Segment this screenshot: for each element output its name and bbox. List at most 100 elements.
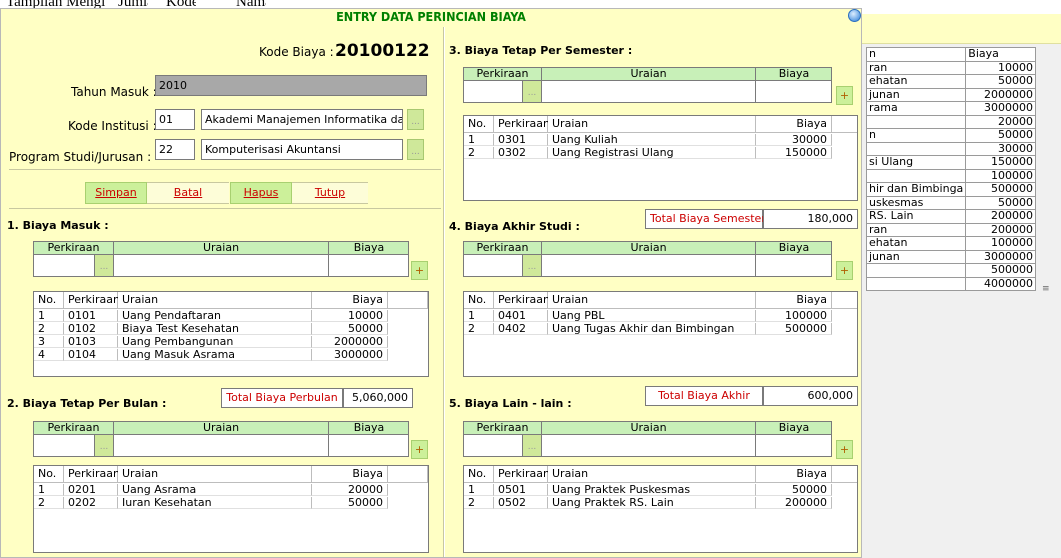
grid-cell-no[interactable]: 2: [34, 497, 64, 509]
entry-perkiraan-browse-button[interactable]: ...: [95, 255, 114, 276]
grid-header-perkiraan[interactable]: Perkiraan: [64, 292, 120, 309]
grid-cell-perkiraan[interactable]: 0502: [494, 497, 548, 509]
entry-uraian-input[interactable]: [114, 255, 329, 276]
grid-cell-biaya[interactable]: 3000000: [312, 349, 388, 361]
grid-header-biaya[interactable]: Biaya: [756, 292, 832, 309]
grid-header-perkiraan[interactable]: Perkiraan: [494, 116, 550, 133]
grid-cell-biaya[interactable]: 10000: [312, 310, 388, 322]
grid-header-uraian[interactable]: Uraian: [548, 466, 756, 483]
grid-cell-no[interactable]: 1: [34, 484, 64, 496]
close-button[interactable]: [848, 9, 861, 22]
grid-header-perkiraan[interactable]: Perkiraan: [494, 292, 550, 309]
grid-cell-perkiraan[interactable]: 0401: [494, 310, 548, 322]
grid-header-biaya[interactable]: Biaya: [312, 466, 388, 483]
grid-cell-uraian[interactable]: Uang Registrasi Ulang: [548, 147, 756, 159]
tutup-button[interactable]: Tutup: [292, 182, 368, 204]
entry-biaya-input[interactable]: [756, 255, 832, 276]
grid-header-biaya[interactable]: Biaya: [756, 466, 832, 483]
grid-cell-perkiraan[interactable]: 0102: [64, 323, 118, 335]
grid-cell-biaya[interactable]: 2000000: [312, 336, 388, 348]
grid-cell-perkiraan[interactable]: 0501: [494, 484, 548, 496]
grid-cell-no[interactable]: 1: [464, 310, 494, 322]
grid-header-perkiraan[interactable]: Perkiraan: [494, 466, 550, 483]
simpan-button[interactable]: Simpan: [85, 182, 147, 204]
kode-institusi-name-field[interactable]: Akademi Manajemen Informatika dan: [201, 109, 403, 130]
entry-uraian-input[interactable]: [542, 255, 756, 276]
grid-header-uraian[interactable]: Uraian: [118, 292, 312, 309]
grid-header-no[interactable]: No.: [34, 292, 64, 309]
entry-biaya-input[interactable]: [329, 435, 409, 456]
grid-cell-uraian[interactable]: Uang Kuliah: [548, 134, 756, 146]
biaya-perbulan-add-button[interactable]: +: [411, 440, 428, 459]
entry-biaya-input[interactable]: [756, 81, 832, 102]
grid-cell-uraian[interactable]: Uang PBL: [548, 310, 756, 322]
grid-cell-biaya[interactable]: 50000: [312, 497, 388, 509]
entry-perkiraan-input[interactable]: [464, 255, 523, 276]
grid-header-biaya[interactable]: Biaya: [312, 292, 388, 309]
grid-cell-biaya[interactable]: 30000: [756, 134, 832, 146]
program-studi-browse-button[interactable]: ...: [407, 139, 424, 160]
grid-header-uraian[interactable]: Uraian: [118, 466, 312, 483]
entry-perkiraan-input[interactable]: [464, 435, 523, 456]
biaya-lain-add-button[interactable]: +: [836, 440, 853, 459]
entry-perkiraan-input[interactable]: [464, 81, 523, 102]
grid-header-no[interactable]: No.: [464, 116, 494, 133]
grid-cell-biaya[interactable]: 200000: [756, 497, 832, 509]
entry-perkiraan-browse-button[interactable]: ...: [523, 435, 542, 456]
grid-cell-no[interactable]: 2: [464, 323, 494, 335]
grid-cell-no[interactable]: 3: [34, 336, 64, 348]
grid-cell-perkiraan[interactable]: 0301: [494, 134, 548, 146]
grid-header-uraian[interactable]: Uraian: [548, 292, 756, 309]
grid-header-no[interactable]: No.: [464, 466, 494, 483]
entry-uraian-input[interactable]: [542, 435, 756, 456]
grid-cell-uraian[interactable]: Uang Praktek RS. Lain: [548, 497, 756, 509]
grid-cell-no[interactable]: 2: [34, 323, 64, 335]
grid-cell-biaya[interactable]: 150000: [756, 147, 832, 159]
biaya-semester-add-button[interactable]: +: [836, 86, 853, 105]
grid-cell-perkiraan[interactable]: 0402: [494, 323, 548, 335]
grid-header-no[interactable]: No.: [464, 292, 494, 309]
grid-header-perkiraan[interactable]: Perkiraan: [64, 466, 120, 483]
grid-cell-uraian[interactable]: Uang Asrama: [118, 484, 312, 496]
tahun-masuk-field[interactable]: 2010: [155, 75, 427, 96]
grid-cell-no[interactable]: 2: [464, 497, 494, 509]
entry-perkiraan-browse-button[interactable]: ...: [523, 81, 542, 102]
kode-institusi-browse-button[interactable]: ...: [407, 109, 424, 130]
grid-cell-no[interactable]: 1: [34, 310, 64, 322]
grid-cell-no[interactable]: 2: [464, 147, 494, 159]
entry-biaya-input[interactable]: [756, 435, 832, 456]
grid-cell-perkiraan[interactable]: 0101: [64, 310, 118, 322]
program-studi-name-field[interactable]: Komputerisasi Akuntansi: [201, 139, 403, 160]
grid-cell-no[interactable]: 1: [464, 484, 494, 496]
grid-cell-perkiraan[interactable]: 0302: [494, 147, 548, 159]
grid-cell-biaya[interactable]: 100000: [756, 310, 832, 322]
entry-perkiraan-browse-button[interactable]: ...: [523, 255, 542, 276]
grid-cell-uraian[interactable]: Uang Pembangunan: [118, 336, 312, 348]
grid-header-biaya[interactable]: Biaya: [756, 116, 832, 133]
entry-uraian-input[interactable]: [114, 435, 329, 456]
grid-cell-uraian[interactable]: Uang Pendaftaran: [118, 310, 312, 322]
grid-header-no[interactable]: No.: [34, 466, 64, 483]
grid-cell-no[interactable]: 4: [34, 349, 64, 361]
entry-perkiraan-input[interactable]: [34, 255, 95, 276]
grid-cell-perkiraan[interactable]: 0104: [64, 349, 118, 361]
program-studi-code-field[interactable]: 22: [155, 139, 195, 160]
grid-cell-biaya[interactable]: 500000: [756, 323, 832, 335]
kode-institusi-code-field[interactable]: 01: [155, 109, 195, 130]
grid-cell-no[interactable]: 1: [464, 134, 494, 146]
entry-uraian-input[interactable]: [542, 81, 756, 102]
grid-cell-perkiraan[interactable]: 0103: [64, 336, 118, 348]
grid-cell-perkiraan[interactable]: 0201: [64, 484, 118, 496]
entry-biaya-input[interactable]: [329, 255, 409, 276]
entry-perkiraan-browse-button[interactable]: ...: [95, 435, 114, 456]
biaya-akhir-add-button[interactable]: +: [836, 261, 853, 280]
batal-button[interactable]: Batal: [147, 182, 229, 204]
grid-cell-uraian[interactable]: Uang Masuk Asrama: [118, 349, 312, 361]
biaya-masuk-add-button[interactable]: +: [411, 261, 428, 280]
entry-perkiraan-input[interactable]: [34, 435, 95, 456]
grid-cell-biaya[interactable]: 20000: [312, 484, 388, 496]
grid-cell-uraian[interactable]: Biaya Test Kesehatan: [118, 323, 312, 335]
grid-cell-uraian[interactable]: Uang Praktek Puskesmas: [548, 484, 756, 496]
grid-header-uraian[interactable]: Uraian: [548, 116, 756, 133]
grid-cell-uraian[interactable]: Uang Tugas Akhir dan Bimbingan: [548, 323, 756, 335]
